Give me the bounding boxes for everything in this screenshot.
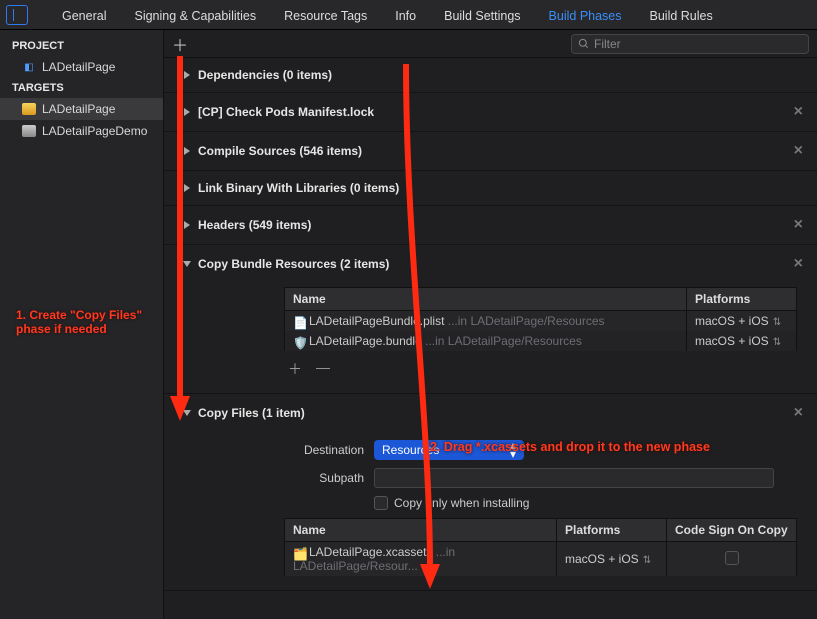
copy-files-table: NamePlatformsCode Sign On Copy 🗂️ LADetai…	[284, 518, 797, 576]
tab-build-phases[interactable]: Build Phases	[535, 0, 636, 29]
subpath-field[interactable]	[374, 468, 774, 488]
disclosure-icon	[183, 261, 191, 267]
destination-select[interactable]: Resources ▴▾	[374, 440, 524, 460]
col-name[interactable]: Name	[285, 519, 557, 542]
target-item-1[interactable]: LADetailPageDemo	[0, 120, 163, 142]
project-item[interactable]: ◧ LADetailPage	[0, 56, 163, 78]
col-platforms[interactable]: Platforms	[557, 519, 667, 542]
add-phase-button[interactable]: ＋	[172, 32, 188, 56]
codesign-checkbox[interactable]	[725, 551, 739, 565]
project-name: LADetailPage	[42, 60, 115, 74]
platforms-stepper-icon[interactable]: ⇅	[773, 337, 781, 348]
project-icon: ◧	[22, 60, 36, 74]
phase-title: Dependencies (0 items)	[198, 68, 332, 82]
left-panel-toggle-icon[interactable]	[6, 5, 28, 25]
phase-copy-files[interactable]: Copy Files (1 item) ×	[164, 394, 817, 432]
platforms-stepper-icon[interactable]: ⇅	[643, 555, 651, 566]
copy-bundle-table: NamePlatforms 📄 LADetailPageBundle.plist …	[284, 287, 797, 351]
phase-title: Copy Files (1 item)	[198, 406, 305, 420]
filter-placeholder: Filter	[594, 37, 621, 51]
file-name: LADetailPageBundle.plist	[309, 314, 444, 328]
phase-title: Link Binary With Libraries (0 items)	[198, 181, 399, 195]
table-row[interactable]: 🛡️ LADetailPage.bundle ...in LADetailPage…	[285, 331, 797, 351]
table-row[interactable]: 📄 LADetailPageBundle.plist ...in LADetail…	[285, 311, 797, 332]
filter-field[interactable]: Filter	[571, 34, 809, 54]
disclosure-icon	[184, 184, 190, 192]
app-icon	[22, 124, 36, 138]
disclosure-icon	[183, 410, 191, 416]
xcassets-icon: 🗂️	[293, 547, 305, 559]
framework-icon	[22, 102, 36, 116]
tab-resource-tags[interactable]: Resource Tags	[270, 0, 381, 29]
checkbox-label: Copy only when installing	[394, 496, 529, 510]
phase-dependencies[interactable]: Dependencies (0 items)	[164, 58, 817, 92]
subpath-label: Subpath	[284, 471, 364, 485]
platforms-value: macOS + iOS	[565, 552, 639, 566]
checkbox-input[interactable]	[374, 496, 388, 510]
project-header: PROJECT	[0, 36, 163, 56]
target-label: LADetailPage	[42, 102, 115, 116]
platforms-value: macOS + iOS	[695, 314, 769, 328]
top-tab-bar: General Signing & Capabilities Resource …	[0, 0, 817, 30]
file-name: LADetailPage.bundle	[309, 334, 422, 348]
table-row[interactable]: 🗂️LADetailPage.xcassets ...in LADetailPa…	[285, 542, 797, 577]
filter-icon	[578, 38, 589, 49]
phase-title: Copy Bundle Resources (2 items)	[198, 257, 389, 271]
copy-only-checkbox[interactable]: Copy only when installing	[374, 496, 529, 510]
file-path: ...in LADetailPage/Resources	[448, 314, 605, 328]
bundle-icon: 🛡️	[293, 336, 305, 348]
destination-label: Destination	[284, 443, 364, 457]
phase-compile-sources[interactable]: Compile Sources (546 items) ×	[164, 132, 817, 170]
remove-phase-button[interactable]: ×	[790, 404, 807, 422]
col-platforms[interactable]: Platforms	[687, 288, 797, 311]
targets-sidebar: PROJECT ◧ LADetailPage TARGETS LADetailP…	[0, 30, 164, 619]
disclosure-icon	[184, 221, 190, 229]
file-name: LADetailPage.xcassets	[309, 545, 432, 559]
targets-header: TARGETS	[0, 78, 163, 98]
tab-signing[interactable]: Signing & Capabilities	[120, 0, 270, 29]
tab-build-settings[interactable]: Build Settings	[430, 0, 534, 29]
phase-title: Compile Sources (546 items)	[198, 144, 362, 158]
remove-phase-button[interactable]: ×	[790, 216, 807, 234]
phase-cp-pods[interactable]: [CP] Check Pods Manifest.lock ×	[164, 93, 817, 131]
col-name[interactable]: Name	[285, 288, 687, 311]
remove-phase-button[interactable]: ×	[790, 255, 807, 273]
phase-link-binary[interactable]: Link Binary With Libraries (0 items)	[164, 171, 817, 205]
select-caret-icon: ▴▾	[510, 441, 516, 459]
add-item-button[interactable]: ＋	[288, 359, 302, 379]
phases-toolbar: ＋ Filter	[164, 30, 817, 58]
target-label: LADetailPageDemo	[42, 124, 147, 138]
disclosure-icon	[184, 147, 190, 155]
phase-title: Headers (549 items)	[198, 218, 311, 232]
remove-phase-button[interactable]: ×	[790, 103, 807, 121]
platforms-value: macOS + iOS	[695, 334, 769, 348]
tab-info[interactable]: Info	[381, 0, 430, 29]
phase-headers[interactable]: Headers (549 items) ×	[164, 206, 817, 244]
col-codesign[interactable]: Code Sign On Copy	[667, 519, 797, 542]
remove-phase-button[interactable]: ×	[790, 142, 807, 160]
plist-icon: 📄	[293, 316, 305, 328]
tab-general[interactable]: General	[48, 0, 120, 29]
remove-item-button[interactable]: —	[316, 359, 330, 379]
phase-copy-bundle-resources[interactable]: Copy Bundle Resources (2 items) ×	[164, 245, 817, 283]
tab-build-rules[interactable]: Build Rules	[636, 0, 727, 29]
platforms-stepper-icon[interactable]: ⇅	[773, 317, 781, 328]
disclosure-icon	[184, 108, 190, 116]
destination-value: Resources	[382, 443, 439, 457]
disclosure-icon	[184, 71, 190, 79]
phase-title: [CP] Check Pods Manifest.lock	[198, 105, 374, 119]
target-item-0[interactable]: LADetailPage	[0, 98, 163, 120]
file-path: ...in LADetailPage/Resources	[425, 334, 582, 348]
